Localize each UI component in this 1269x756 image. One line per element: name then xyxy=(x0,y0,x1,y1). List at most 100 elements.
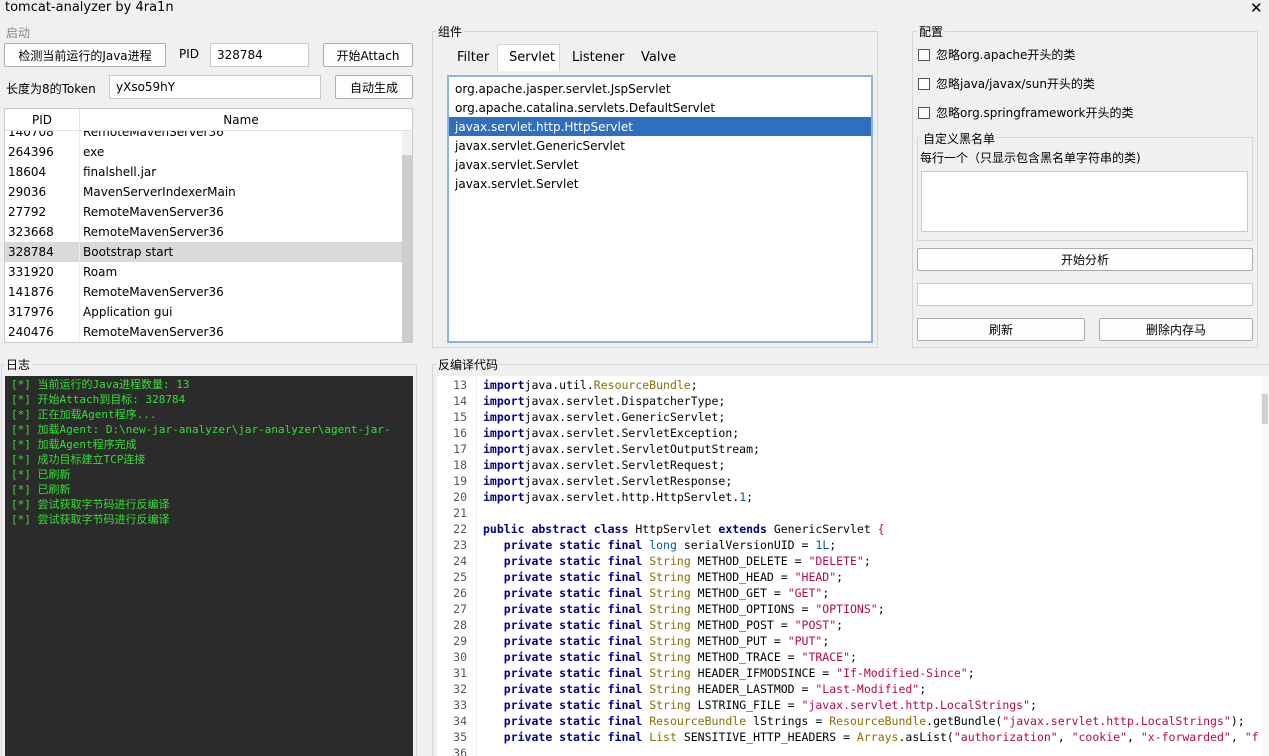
code-text: private static final String METHOD_OPTIO… xyxy=(503,602,885,616)
table-header: PID Name xyxy=(5,109,412,131)
line-number: 30 xyxy=(453,650,467,664)
line-number: 36 xyxy=(453,746,467,756)
tab-servlet[interactable]: Servlet xyxy=(497,44,560,71)
checkbox-box xyxy=(918,48,930,61)
log-line: [*] 当前运行的Java进程数量: 13 xyxy=(11,378,190,391)
token-label: 长度为8的Token xyxy=(6,82,96,96)
tab-valve[interactable]: Valve xyxy=(641,50,676,65)
row-name: RemoteMavenServer36 xyxy=(83,325,224,339)
code-line: 20 importjavax.servlet.http.HttpServlet.1… xyxy=(437,489,1269,505)
close-icon[interactable]: ✕ xyxy=(1250,0,1263,17)
code-line: 22 public abstract class HttpServlet exte… xyxy=(437,521,1269,537)
row-name: Roam xyxy=(83,265,118,279)
code-lines: 13 importjava.util.ResourceBundle; 14 impor… xyxy=(437,377,1269,756)
pid-column-header[interactable]: PID xyxy=(5,113,79,127)
table-row[interactable]: 317976 Application gui xyxy=(5,302,402,322)
code-text: private static final List SENSITIVE_HTTP… xyxy=(503,730,1259,744)
row-name: RemoteMavenServer36 xyxy=(83,285,224,299)
code-text: public abstract class HttpServlet extend… xyxy=(483,522,885,536)
detect-java-process-button[interactable]: 检测当前运行的Java进程 xyxy=(4,43,166,67)
row-name: RemoteMavenServer36 xyxy=(83,205,224,219)
code-line: 29 private static final String METHOD_PU… xyxy=(437,633,1269,649)
code-line: 16 importjavax.servlet.ServletException; xyxy=(437,425,1269,441)
status-field[interactable] xyxy=(917,283,1253,306)
line-number: 19 xyxy=(453,474,467,488)
table-row[interactable]: 264396 exe xyxy=(5,142,402,162)
component-item[interactable]: org.apache.jasper.servlet.JspServlet xyxy=(449,79,871,98)
line-number: 31 xyxy=(453,666,467,680)
row-pid: 27792 xyxy=(8,205,47,219)
row-pid: 240476 xyxy=(8,325,54,339)
line-number: 34 xyxy=(453,714,467,728)
blacklist-textarea[interactable] xyxy=(921,171,1248,232)
component-item[interactable]: javax.servlet.Servlet xyxy=(449,155,871,174)
code-text: importjavax.servlet.ServletOutputStream; xyxy=(483,442,760,456)
line-number: 27 xyxy=(453,602,467,616)
ignore-spring-checkbox[interactable]: 忽略org.springframework开头的类 xyxy=(918,104,1133,121)
refresh-button[interactable]: 刷新 xyxy=(917,318,1085,341)
table-row[interactable]: 27792 RemoteMavenServer36 xyxy=(5,202,402,222)
decompile-group-label: 反编译代码 xyxy=(436,356,501,373)
table-row[interactable]: 141876 RemoteMavenServer36 xyxy=(5,282,402,302)
table-row[interactable]: 29036 MavenServerIndexerMain xyxy=(5,182,402,202)
log-line: [*] 尝试获取字节码进行反编译 xyxy=(11,498,170,511)
code-editor[interactable]: 13 importjava.util.ResourceBundle; 14 impor… xyxy=(437,376,1269,756)
line-number: 23 xyxy=(453,538,467,552)
code-scrollbar-thumb[interactable] xyxy=(1262,394,1268,424)
line-number: 17 xyxy=(453,442,467,456)
table-row[interactable]: 323668 RemoteMavenServer36 xyxy=(5,222,402,242)
code-line: 18 importjavax.servlet.ServletRequest; xyxy=(437,457,1269,473)
gutter-divider xyxy=(476,376,477,756)
code-line: 30 private static final String METHOD_TR… xyxy=(437,649,1269,665)
code-text: importjava.util.ResourceBundle; xyxy=(483,378,698,392)
code-text: importjavax.servlet.ServletResponse; xyxy=(483,474,733,488)
row-pid: 323668 xyxy=(8,225,54,239)
code-line: 26 private static final String METHOD_GE… xyxy=(437,585,1269,601)
code-text: private static final long serialVersionU… xyxy=(503,538,837,552)
code-scrollbar-track[interactable] xyxy=(1261,376,1269,756)
code-text: private static final String METHOD_PUT =… xyxy=(503,634,830,648)
table-row[interactable]: 18604 finalshell.jar xyxy=(5,162,402,182)
log-line: [*] 成功目标建立TCP连接 xyxy=(11,453,146,466)
table-row-selected[interactable]: 328784 Bootstrap start xyxy=(5,242,402,262)
blacklist-label: 自定义黑名单 xyxy=(921,130,998,147)
pid-input[interactable]: 328784 xyxy=(210,43,309,67)
log-line: [*] 已刷新 xyxy=(11,483,71,496)
auto-generate-button[interactable]: 自动生成 xyxy=(335,75,413,99)
start-attach-button[interactable]: 开始Attach xyxy=(323,43,413,67)
line-number: 25 xyxy=(453,570,467,584)
component-item[interactable]: javax.servlet.GenericServlet xyxy=(449,136,871,155)
component-list: org.apache.jasper.servlet.JspServlet org… xyxy=(447,75,873,343)
code-text: private static final String METHOD_HEAD … xyxy=(503,570,844,584)
table-row[interactable]: 240476 RemoteMavenServer36 xyxy=(5,322,402,342)
code-text: private static final String LSTRING_FILE… xyxy=(503,698,1037,712)
ignore-java-checkbox[interactable]: 忽略java/javax/sun开头的类 xyxy=(918,75,1095,92)
code-line: 36 xyxy=(437,745,1269,756)
code-text: private static final String METHOD_DELET… xyxy=(503,554,871,568)
line-number: 28 xyxy=(453,618,467,632)
name-column-header[interactable]: Name xyxy=(80,113,402,127)
components-group-label: 组件 xyxy=(436,23,465,40)
ignore-apache-checkbox[interactable]: 忽略org.apache开头的类 xyxy=(918,46,1075,63)
line-number: 14 xyxy=(453,394,467,408)
table-scrollbar-thumb[interactable] xyxy=(402,155,412,342)
component-item-selected[interactable]: javax.servlet.http.HttpServlet xyxy=(449,117,871,136)
code-line: 28 private static final String METHOD_PO… xyxy=(437,617,1269,633)
tab-listener[interactable]: Listener xyxy=(572,50,624,65)
table-scrollbar[interactable] xyxy=(402,131,412,342)
start-analysis-button[interactable]: 开始分析 xyxy=(917,248,1253,271)
component-item[interactable]: org.apache.catalina.servlets.DefaultServ… xyxy=(449,98,871,117)
code-text: private static final String METHOD_TRACE… xyxy=(503,650,857,664)
token-input[interactable]: yXso59hY xyxy=(109,75,321,99)
log-group-label: 日志 xyxy=(4,356,33,373)
tab-filter[interactable]: Filter xyxy=(457,50,489,65)
line-number: 18 xyxy=(453,458,467,472)
row-pid: 18604 xyxy=(8,165,47,179)
delete-memshell-button[interactable]: 删除内存马 xyxy=(1099,318,1253,341)
line-number: 26 xyxy=(453,586,467,600)
checkbox-label: 忽略org.springframework开头的类 xyxy=(936,106,1134,120)
tab-servlet-label: Servlet xyxy=(509,50,555,65)
table-row[interactable]: 331920 Roam xyxy=(5,262,402,282)
component-item[interactable]: javax.servlet.Servlet xyxy=(449,174,871,193)
code-text: importjavax.servlet.ServletException; xyxy=(483,426,740,440)
